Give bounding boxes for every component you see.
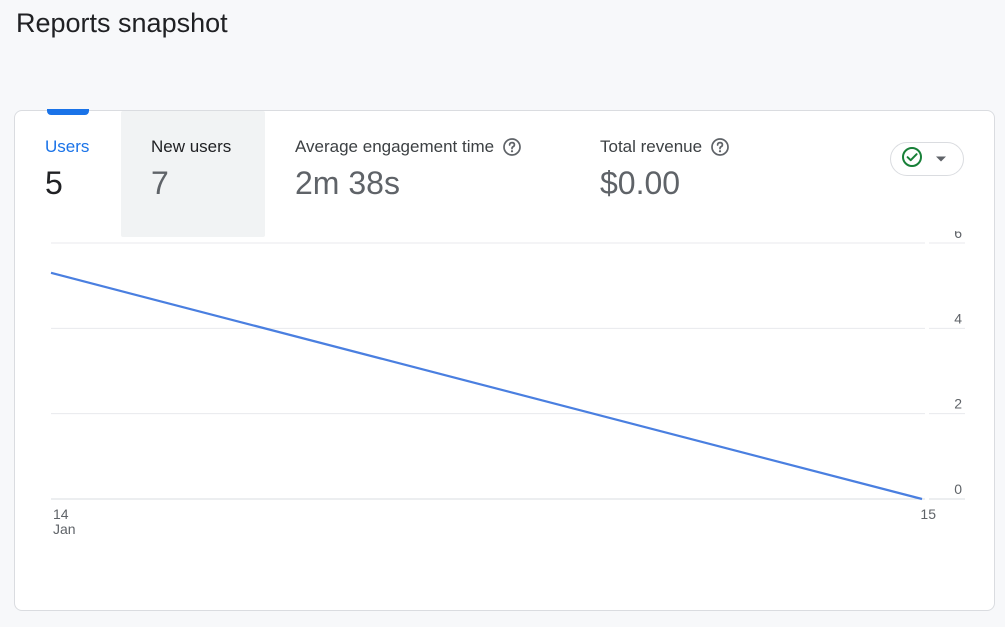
engagement-value: 2m 38s xyxy=(295,165,400,201)
x-tick-label: 14 xyxy=(53,506,69,522)
tab-total-revenue[interactable]: Total revenue $0.00 xyxy=(600,111,800,237)
y-tick-label: 6 xyxy=(954,231,962,241)
users-value: 5 xyxy=(45,165,63,201)
page-title: Reports snapshot xyxy=(16,8,228,38)
revenue-label: Total revenue xyxy=(600,137,703,156)
line-chart: 0 2 4 6 14Jan 15 xyxy=(50,231,965,537)
help-icon[interactable] xyxy=(710,137,730,157)
new-users-label: New users xyxy=(151,137,232,156)
users-chart: 0 2 4 6 14 Jan 15 xyxy=(15,231,994,551)
reports-snapshot-card: Users 5 New users 7 Average engagement t… xyxy=(14,109,995,611)
check-circle-icon xyxy=(901,146,923,173)
x-tick-label: 15 xyxy=(920,506,936,522)
engagement-label: Average engagement time xyxy=(295,137,495,156)
help-icon[interactable] xyxy=(502,137,522,157)
x-tick-label: Jan xyxy=(53,521,76,537)
caret-down-icon xyxy=(935,150,947,168)
y-tick-label: 0 xyxy=(954,481,962,497)
tab-users[interactable]: Users 5 xyxy=(45,111,121,237)
revenue-value: $0.00 xyxy=(600,165,681,201)
y-tick-label: 2 xyxy=(954,396,962,412)
y-tick-label: 4 xyxy=(954,310,962,326)
comparison-dropdown[interactable] xyxy=(890,142,964,176)
tab-new-users[interactable]: New users 7 xyxy=(121,111,265,237)
new-users-value: 7 xyxy=(151,165,169,201)
series-line xyxy=(50,271,923,501)
users-label: Users xyxy=(45,137,90,156)
tab-average-engagement-time[interactable]: Average engagement time 2m 38s xyxy=(295,111,575,237)
